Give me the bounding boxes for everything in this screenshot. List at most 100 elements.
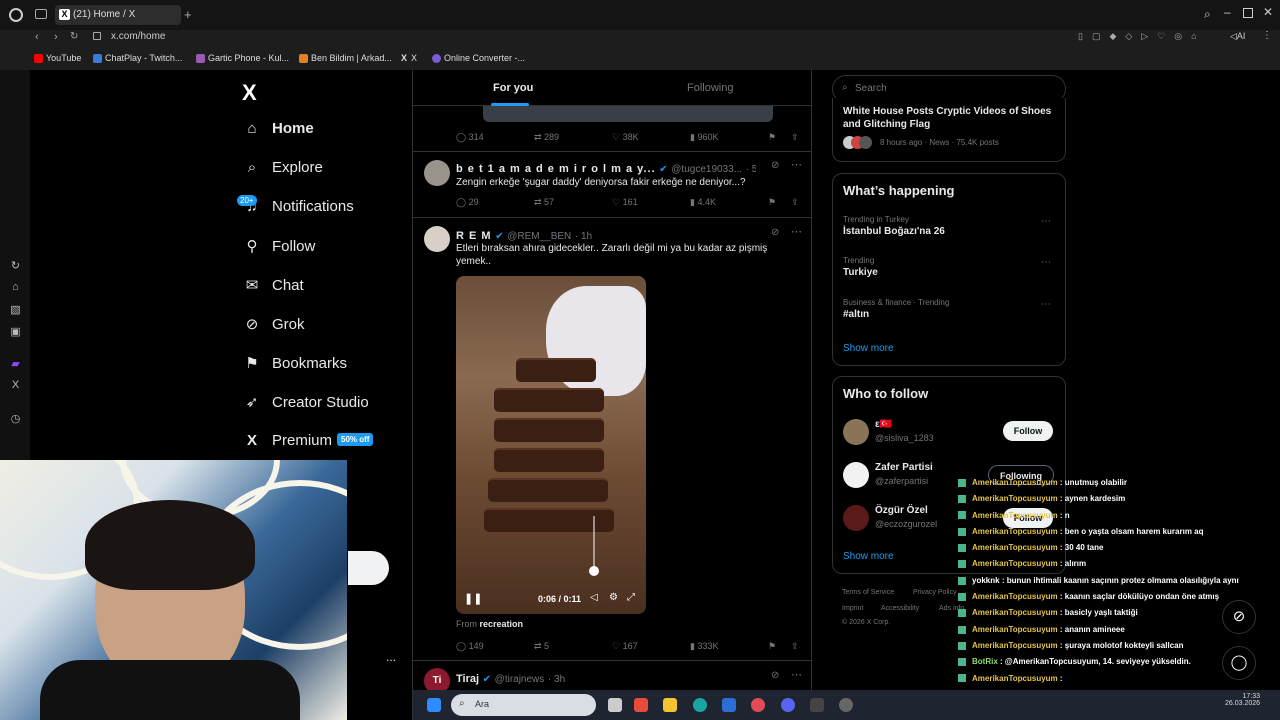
menu-icon[interactable]: ⋮	[1262, 30, 1272, 41]
back-icon[interactable]: ‹	[35, 31, 39, 43]
like-button[interactable]: ♡ 38K	[612, 132, 639, 143]
author-name[interactable]: b e t 1 a m a d e m i r o l m a y...	[456, 163, 656, 175]
bookmark-button[interactable]: ⚑	[768, 197, 776, 208]
address-bar[interactable]: x.com/home	[111, 31, 165, 47]
store-icon[interactable]	[722, 698, 736, 712]
task-view-icon[interactable]	[608, 698, 622, 712]
forward-icon[interactable]: ›	[54, 31, 58, 43]
mail-app-icon[interactable]: ▣	[9, 325, 22, 338]
previous-tweet-media[interactable]	[483, 106, 773, 122]
account-name[interactable]: Zafer Partisi	[875, 462, 933, 473]
bookmark-chatplay[interactable]: ChatPlay - Twitch...	[93, 53, 182, 64]
taskbar-search[interactable]: ⌕ Ara	[451, 694, 596, 716]
trend-item[interactable]: Trending in Turkey İstanbul Boğazı'na 26	[843, 215, 1058, 237]
grok-tweet-icon[interactable]: ⊘	[771, 160, 779, 171]
share-button[interactable]: ⇪	[791, 197, 799, 208]
repost-button[interactable]: ⇄ 289	[534, 132, 559, 143]
avatar[interactable]	[843, 462, 869, 488]
grok-float-button[interactable]: ⊘	[1222, 600, 1256, 634]
footer-imprint[interactable]: Imprint	[842, 605, 863, 612]
tweet-video[interactable]: ❚❚ 0:06 / 0:11 ◁ ⚙ ⤢	[456, 276, 646, 614]
mute-icon[interactable]: ◁	[590, 592, 598, 603]
nav-premium[interactable]: X Premium	[242, 432, 332, 456]
more-options-icon[interactable]: ...	[386, 650, 396, 664]
avatar[interactable]	[843, 505, 869, 531]
browser-tab[interactable]: X (21) Home / X	[55, 5, 181, 25]
repost-button[interactable]: ⇄ 57	[534, 197, 554, 208]
settings-icon[interactable]: ⚙	[609, 592, 618, 603]
author-handle[interactable]: @tirajnews	[495, 674, 545, 685]
account-name[interactable]: Özgür Özel	[875, 505, 928, 516]
obs-icon[interactable]	[810, 698, 824, 712]
reply-button[interactable]: ◯ 149	[456, 641, 484, 652]
grok-tweet-icon[interactable]: ⊘	[771, 227, 779, 238]
nav-bookmarks[interactable]: ⚑ Bookmarks	[242, 354, 347, 378]
tweet-time[interactable]: 50m	[752, 164, 756, 175]
x-logo[interactable]: X	[242, 80, 257, 106]
clock-icon[interactable]: ◷	[9, 412, 22, 425]
workspaces-icon[interactable]	[35, 9, 47, 19]
bookmark-button[interactable]: ⚑	[768, 641, 776, 652]
file-explorer-icon[interactable]	[663, 698, 677, 712]
tab-for-you[interactable]: For you	[493, 82, 533, 94]
notes-icon[interactable]: ▧	[9, 303, 22, 316]
clock[interactable]: 17:33 26.03.2026	[1225, 693, 1260, 707]
new-tab-icon[interactable]: +	[184, 7, 192, 22]
reload-icon[interactable]: ↻	[70, 31, 78, 42]
close-window-icon[interactable]: ✕	[1263, 5, 1273, 19]
start-icon[interactable]	[427, 698, 441, 712]
fullscreen-icon[interactable]: ⤢	[627, 592, 635, 603]
trend-more-icon[interactable]: ⋯	[1041, 216, 1051, 227]
trend-item[interactable]: Business & finance · Trending #altın	[843, 298, 1058, 320]
repost-button[interactable]: ⇄ 5	[534, 641, 549, 652]
browser-logo-icon[interactable]	[9, 8, 23, 22]
bookmark-converter[interactable]: Online Converter -...	[432, 53, 525, 64]
show-more-link[interactable]: Show more	[843, 343, 894, 354]
trend-item[interactable]: Trending Turkiye	[843, 256, 1058, 278]
footer-accessibility[interactable]: Accessibility	[881, 605, 919, 612]
avatar[interactable]	[843, 419, 869, 445]
nav-explore[interactable]: ⌕ Explore	[242, 159, 323, 183]
search-tabs-icon[interactable]: ⌕	[1204, 7, 1211, 22]
nav-creator-studio[interactable]: ➶ Creator Studio	[242, 393, 369, 417]
source-link[interactable]: recreation	[480, 619, 524, 629]
tweet-more-icon[interactable]: ⋯	[791, 225, 802, 238]
bookmark-x[interactable]: XX	[401, 53, 417, 63]
opera-icon[interactable]	[751, 698, 765, 712]
ai-button[interactable]: ◁AI	[1230, 31, 1245, 42]
maximize-icon[interactable]	[1243, 8, 1253, 18]
minimize-icon[interactable]: –	[1224, 5, 1231, 19]
app-icon[interactable]	[634, 698, 648, 712]
app-icon[interactable]	[839, 698, 853, 712]
discord-icon[interactable]	[781, 698, 795, 712]
tweet-more-icon[interactable]: ⋯	[791, 158, 802, 171]
grok-tweet-icon[interactable]: ⊘	[771, 670, 779, 681]
like-button[interactable]: ♡ 167	[612, 641, 638, 652]
trend-more-icon[interactable]: ⋯	[1041, 299, 1051, 310]
trend-more-icon[interactable]: ⋯	[1041, 257, 1051, 268]
nav-home[interactable]: ⌂ Home	[242, 120, 313, 144]
tweet-time[interactable]: 3h	[554, 674, 565, 685]
like-button[interactable]: ♡ 161	[612, 197, 638, 208]
author-handle[interactable]: @REM__BEN	[507, 231, 571, 242]
nav-follow[interactable]: ⚲ Follow	[242, 237, 316, 261]
volume-slider-handle[interactable]	[589, 566, 599, 576]
post-button[interactable]	[348, 551, 389, 585]
show-more-link[interactable]: Show more	[843, 551, 894, 562]
pause-icon[interactable]: ❚❚	[464, 592, 482, 605]
share-button[interactable]: ⇪	[791, 132, 799, 143]
footer-terms[interactable]: Terms of Service	[842, 589, 894, 596]
edge-icon[interactable]	[693, 698, 707, 712]
extension-icons[interactable]: ▯▢◆◇▷♡◎⌂	[1078, 31, 1206, 42]
x-side-icon[interactable]: X	[9, 379, 22, 392]
news-card[interactable]: White House Posts Cryptic Videos of Shoe…	[832, 98, 1066, 162]
nav-grok[interactable]: ⊘ Grok	[242, 315, 305, 339]
tweet-more-icon[interactable]: ⋯	[791, 668, 802, 681]
avatar[interactable]	[424, 226, 450, 252]
author-handle[interactable]: @tugce19033...	[671, 164, 742, 175]
bookmark-button[interactable]: ⚑	[768, 132, 776, 143]
account-name[interactable]: ε🇹🇷	[875, 419, 892, 430]
reply-button[interactable]: ◯ 29	[456, 197, 479, 208]
footer-privacy[interactable]: Privacy Policy	[913, 589, 957, 596]
tweet-time[interactable]: 1h	[581, 231, 592, 242]
